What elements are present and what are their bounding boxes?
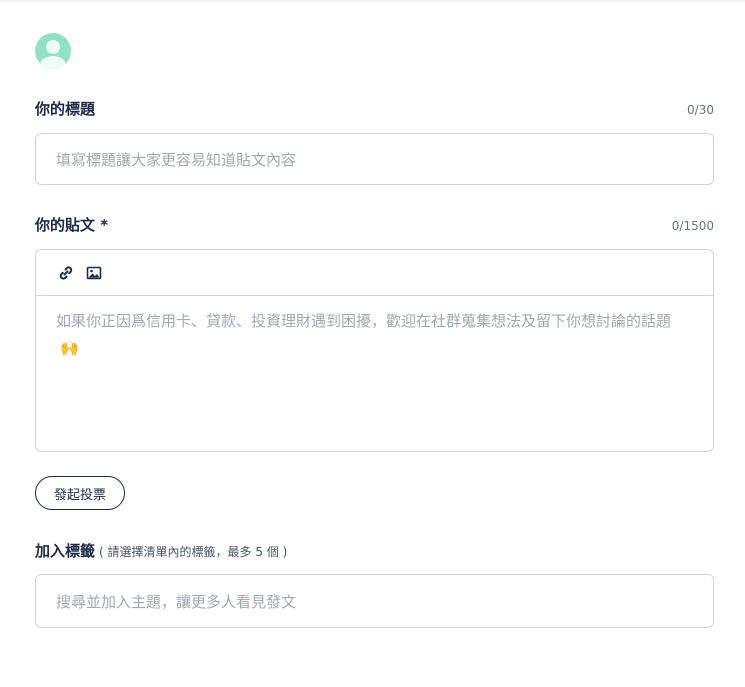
image-button[interactable] [86,265,102,281]
title-counter: 0/30 [687,103,714,117]
link-icon [59,265,73,280]
title-label: 你的標題 [35,100,96,118]
post-editor[interactable]: 如果你正因爲信用卡、貸款、投資理財遇到困擾，歡迎在社群蒐集想法及留下你想討論的話… [35,249,714,452]
title-input-placeholder: 填寫標題讓大家更容易知道貼文內容 [56,150,297,169]
editor-toolbar [36,250,713,296]
title-label-row: 你的標題 0/30 [35,98,714,119]
tags-label-row: 加入標籤 ( 請選擇清單內的標籤，最多 5 個 ) [35,540,714,561]
create-poll-button[interactable]: 發起投票 [35,476,125,510]
link-button[interactable] [58,265,74,281]
tags-label: 加入標籤 [35,542,96,560]
avatar [35,33,71,69]
tags-input-placeholder: 搜尋並加入主題，讓更多人看見發文 [56,592,297,611]
post-label: 你的貼文 * [35,216,109,234]
post-label-row: 你的貼文 * 0/1500 [35,214,714,235]
title-input[interactable]: 填寫標題讓大家更容易知道貼文內容 [35,133,714,185]
post-editor-placeholder: 如果你正因爲信用卡、貸款、投資理財遇到困擾，歡迎在社群蒐集想法及留下你想討論的話… [36,296,713,373]
image-icon [86,266,102,279]
raising-hands-emoji: 🙌 [60,338,79,357]
user-avatar-icon [40,40,66,69]
tags-hint: ( 請選擇清單內的標籤，最多 5 個 ) [99,545,288,559]
top-divider [0,0,745,2]
tags-search-input[interactable]: 搜尋並加入主題，讓更多人看見發文 [35,574,714,628]
post-placeholder-text: 如果你正因爲信用卡、貸款、投資理財遇到困擾，歡迎在社群蒐集想法及留下你想討論的話… [56,312,672,330]
post-counter: 0/1500 [671,219,714,233]
